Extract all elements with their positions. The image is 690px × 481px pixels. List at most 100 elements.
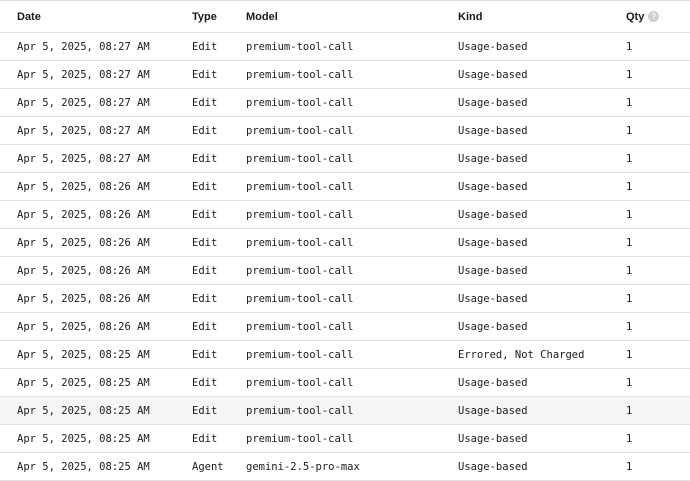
column-header-qty-label: Qty [626,10,645,23]
cell-kind: Errored, Not Charged [458,348,585,361]
table-header-row: Date Type Model Kind Qty ? [0,0,690,33]
column-header-date[interactable]: Date [17,1,41,32]
cell-date: Apr 5, 2025, 08:26 AM [17,236,150,249]
cell-model: premium-tool-call [246,404,354,417]
cell-kind: Usage-based [458,404,528,417]
cell-type: Edit [192,152,218,165]
table-row[interactable]: Apr 5, 2025, 08:27 AM Edit premium-tool-ca… [0,61,690,89]
table-row[interactable]: Apr 5, 2025, 08:25 AM Edit premium-tool-ca… [0,341,690,369]
cell-kind: Usage-based [458,180,528,193]
cell-type: Edit [192,264,218,277]
cell-date: Apr 5, 2025, 08:27 AM [17,152,150,165]
cell-type: Edit [192,376,218,389]
table-row[interactable]: Apr 5, 2025, 08:26 AM Edit premium-tool-ca… [0,173,690,201]
cell-model: premium-tool-call [246,236,354,249]
cell-type: Edit [192,208,218,221]
column-header-model[interactable]: Model [246,1,278,32]
table-row[interactable]: Apr 5, 2025, 08:26 AM Edit premium-tool-ca… [0,257,690,285]
cell-date: Apr 5, 2025, 08:25 AM [17,404,150,417]
table-row[interactable]: Apr 5, 2025, 08:26 AM Edit premium-tool-ca… [0,313,690,341]
cell-date: Apr 5, 2025, 08:26 AM [17,208,150,221]
cell-date: Apr 5, 2025, 08:27 AM [17,40,150,53]
cell-qty: 1 [626,152,633,165]
cell-qty: 1 [626,208,633,221]
cell-qty: 1 [626,460,633,473]
cell-qty: 1 [626,376,633,389]
cell-model: premium-tool-call [246,292,354,305]
cell-model: premium-tool-call [246,152,354,165]
column-header-type[interactable]: Type [192,1,217,32]
cell-date: Apr 5, 2025, 08:25 AM [17,376,150,389]
cell-model: premium-tool-call [246,320,354,333]
cell-kind: Usage-based [458,208,528,221]
cell-model: premium-tool-call [246,180,354,193]
cell-kind: Usage-based [458,236,528,249]
cell-type: Edit [192,320,218,333]
cell-model: premium-tool-call [246,68,354,81]
cell-qty: 1 [626,320,633,333]
table-row[interactable]: Apr 5, 2025, 08:27 AM Edit premium-tool-ca… [0,33,690,61]
table-body: Apr 5, 2025, 08:27 AM Edit premium-tool-ca… [0,33,690,481]
cell-kind: Usage-based [458,152,528,165]
table-row[interactable]: Apr 5, 2025, 08:26 AM Edit premium-tool-ca… [0,201,690,229]
table-row[interactable]: Apr 5, 2025, 08:25 AM Edit premium-tool-ca… [0,425,690,453]
help-icon[interactable]: ? [648,11,660,22]
cell-model: premium-tool-call [246,96,354,109]
cell-model: premium-tool-call [246,264,354,277]
cell-date: Apr 5, 2025, 08:25 AM [17,432,150,445]
cell-type: Edit [192,40,218,53]
cell-qty: 1 [626,404,633,417]
cell-kind: Usage-based [458,264,528,277]
table-row[interactable]: Apr 5, 2025, 08:26 AM Edit premium-tool-ca… [0,285,690,313]
cell-type: Agent [192,460,224,473]
cell-date: Apr 5, 2025, 08:26 AM [17,292,150,305]
cell-qty: 1 [626,40,633,53]
cell-qty: 1 [626,348,633,361]
cell-kind: Usage-based [458,320,528,333]
table-row[interactable]: Apr 5, 2025, 08:25 AM Edit premium-tool-ca… [0,369,690,397]
table-row[interactable]: Apr 5, 2025, 08:27 AM Edit premium-tool-ca… [0,117,690,145]
cell-kind: Usage-based [458,40,528,53]
column-header-kind[interactable]: Kind [458,1,482,32]
cell-date: Apr 5, 2025, 08:26 AM [17,264,150,277]
table-row[interactable]: Apr 5, 2025, 08:25 AM Agent gemini-2.5-pro… [0,453,690,481]
cell-type: Edit [192,180,218,193]
cell-model: premium-tool-call [246,348,354,361]
cell-type: Edit [192,404,218,417]
cell-model: premium-tool-call [246,40,354,53]
cell-model: premium-tool-call [246,432,354,445]
cell-model: gemini-2.5-pro-max [246,460,360,473]
cell-qty: 1 [626,292,633,305]
cell-qty: 1 [626,180,633,193]
table-row[interactable]: Apr 5, 2025, 08:27 AM Edit premium-tool-ca… [0,145,690,173]
cell-date: Apr 5, 2025, 08:27 AM [17,124,150,137]
cell-qty: 1 [626,264,633,277]
cell-model: premium-tool-call [246,124,354,137]
table-row[interactable]: Apr 5, 2025, 08:25 AM Edit premium-tool-ca… [0,397,690,425]
table-row[interactable]: Apr 5, 2025, 08:26 AM Edit premium-tool-ca… [0,229,690,257]
cell-type: Edit [192,68,218,81]
cell-type: Edit [192,292,218,305]
cell-type: Edit [192,432,218,445]
cell-kind: Usage-based [458,376,528,389]
cell-kind: Usage-based [458,96,528,109]
cell-date: Apr 5, 2025, 08:26 AM [17,180,150,193]
cell-type: Edit [192,348,218,361]
cell-date: Apr 5, 2025, 08:25 AM [17,348,150,361]
cell-type: Edit [192,236,218,249]
cell-qty: 1 [626,432,633,445]
usage-table: Date Type Model Kind Qty ? Apr 5, 2025, … [0,0,690,481]
column-header-qty[interactable]: Qty ? [626,1,660,32]
cell-date: Apr 5, 2025, 08:27 AM [17,68,150,81]
cell-kind: Usage-based [458,68,528,81]
cell-type: Edit [192,124,218,137]
cell-type: Edit [192,96,218,109]
cell-qty: 1 [626,68,633,81]
cell-date: Apr 5, 2025, 08:27 AM [17,96,150,109]
table-row[interactable]: Apr 5, 2025, 08:27 AM Edit premium-tool-ca… [0,89,690,117]
cell-qty: 1 [626,124,633,137]
cell-date: Apr 5, 2025, 08:26 AM [17,320,150,333]
cell-model: premium-tool-call [246,208,354,221]
cell-kind: Usage-based [458,124,528,137]
cell-date: Apr 5, 2025, 08:25 AM [17,460,150,473]
